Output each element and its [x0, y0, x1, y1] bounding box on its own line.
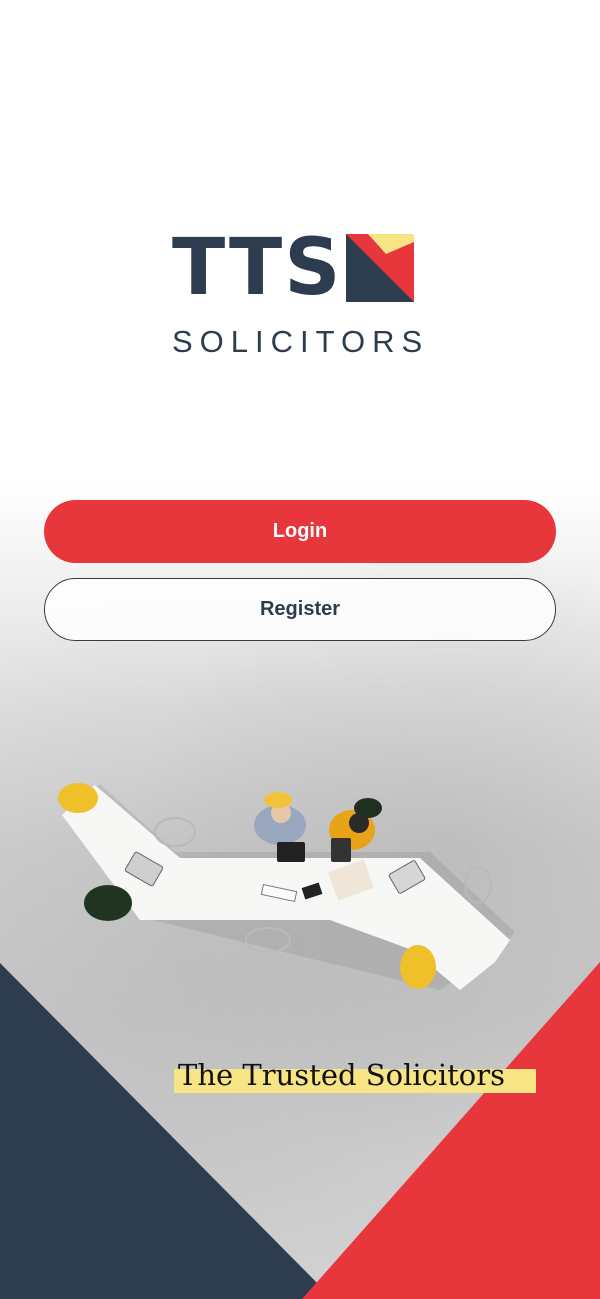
red-triangle-shape	[302, 962, 600, 1299]
tagline-text: The Trusted Solicitors	[178, 1058, 506, 1092]
welcome-screen: TTS SOLICITORS Login Register The Truste…	[0, 0, 600, 1299]
decorative-triangles	[0, 962, 600, 1299]
navy-triangle-shape	[0, 963, 333, 1299]
